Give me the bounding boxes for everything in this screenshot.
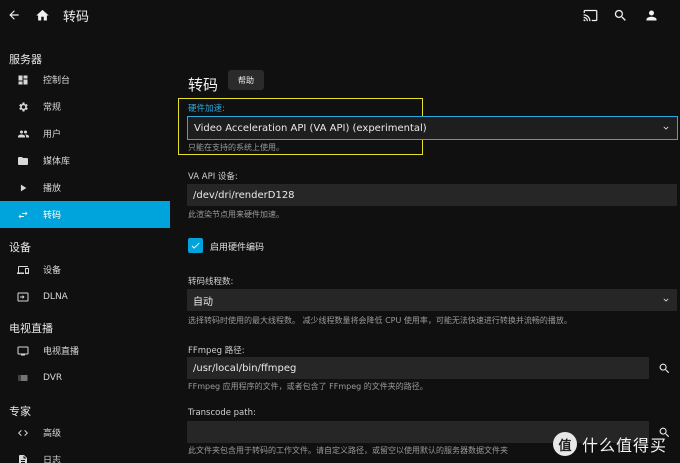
top-app-bar: 转码 [0, 0, 680, 30]
hw-encoding-checkbox[interactable] [188, 238, 203, 253]
sidebar-section-advanced: 专家 [9, 405, 31, 418]
sidebar-item-dvr[interactable]: DVR [0, 364, 170, 391]
vaapi-device-hint: 此渲染节点用来硬件加速。 [188, 210, 284, 219]
sidebar-item-label: 设备 [43, 266, 62, 276]
hw-encoding-label: 启用硬件编码 [210, 243, 265, 253]
tv-icon [16, 344, 30, 358]
checkmark-icon [191, 242, 200, 249]
vaapi-device-value: /dev/dri/renderD128 [193, 189, 295, 201]
watermark-logo: 值 什么值得买 [553, 432, 667, 456]
sidebar-item-label: 用户 [43, 130, 62, 140]
users-icon [16, 127, 30, 141]
sidebar-section-server: 服务器 [9, 53, 42, 66]
ffmpeg-path-input[interactable]: /usr/local/bin/ffmpeg [187, 357, 649, 379]
vaapi-device-input[interactable]: /dev/dri/renderD128 [187, 184, 677, 206]
sidebar-section-livetv: 电视直播 [9, 322, 53, 335]
threads-value: 自动 [193, 296, 213, 308]
threads-label: 转码线程数: [188, 277, 234, 287]
sidebar-item-dashboard[interactable]: 控制台 [0, 66, 170, 93]
sidebar-item-label: 控制台 [43, 76, 71, 86]
transcode-icon [16, 208, 30, 222]
app-bar-title: 转码 [63, 10, 90, 25]
devices-icon [16, 263, 30, 277]
cast-icon[interactable] [580, 5, 600, 25]
sidebar-item-label: 转码 [43, 211, 62, 221]
sidebar-item-livetv[interactable]: 电视直播 [0, 337, 170, 364]
hw-accel-value: Video Acceleration API (VA API) (experim… [194, 122, 427, 134]
gear-icon [16, 100, 30, 114]
page-title: 转码 [188, 76, 219, 94]
transcode-path-label: Transcode path: [188, 408, 256, 418]
ffmpeg-path-hint: FFmpeg 应用程序的文件，或者包含了 FFmpeg 的文件夹的路径。 [188, 382, 428, 391]
sidebar-item-transcoding[interactable]: 转码 [0, 201, 170, 228]
sidebar: 服务器 控制台 常规 用户 媒体库 播放 转码 设备 设备 DLNA 电视直播 … [0, 30, 170, 463]
sidebar-item-label: 播放 [43, 184, 62, 194]
sidebar-item-label: 常规 [43, 103, 62, 113]
sidebar-item-dlna[interactable]: DLNA [0, 283, 170, 310]
hw-accel-label: 硬件加速: [188, 104, 225, 114]
log-icon [16, 453, 30, 463]
hw-accel-hint: 只能在支持的系统上使用。 [188, 143, 284, 152]
sidebar-item-label: 高级 [43, 429, 62, 439]
threads-hint: 选择转码时使用的最大线程数。 减少线程数量将会降低 CPU 使用率，可能无法快速… [188, 316, 572, 325]
watermark-symbol: 值 [553, 432, 577, 456]
sidebar-item-label: 日志 [43, 456, 62, 463]
sidebar-item-label: DLNA [43, 291, 68, 302]
sidebar-item-advanced[interactable]: 高级 [0, 419, 170, 446]
watermark-text: 什么值得买 [582, 436, 668, 455]
vaapi-device-label: VA API 设备: [188, 172, 238, 182]
play-icon [16, 181, 30, 195]
sidebar-item-general[interactable]: 常规 [0, 93, 170, 120]
sidebar-item-label: 电视直播 [43, 347, 80, 357]
search-icon[interactable] [610, 5, 630, 25]
dashboard-icon [16, 73, 30, 87]
help-button[interactable]: 帮助 [228, 70, 264, 90]
dlna-icon [16, 290, 30, 304]
threads-select[interactable]: 自动 [187, 289, 677, 311]
sidebar-item-logs[interactable]: 日志 [0, 446, 170, 463]
sidebar-section-devices: 设备 [9, 241, 31, 254]
sidebar-item-label: 媒体库 [43, 157, 71, 167]
chevron-down-icon [660, 122, 672, 134]
code-icon [16, 426, 30, 440]
sidebar-item-libraries[interactable]: 媒体库 [0, 147, 170, 174]
home-icon[interactable] [32, 5, 52, 25]
sidebar-item-label: DVR [43, 372, 63, 383]
hw-accel-select[interactable]: Video Acceleration API (VA API) (experim… [187, 116, 678, 140]
chevron-down-icon [660, 294, 672, 306]
ffmpeg-path-value: /usr/local/bin/ffmpeg [193, 362, 297, 374]
list-icon [16, 371, 30, 385]
back-arrow-icon[interactable] [4, 5, 24, 25]
ffmpeg-path-label: FFmpeg 路径: [188, 346, 245, 356]
ffmpeg-browse-search-icon[interactable] [655, 359, 673, 377]
sidebar-item-playback[interactable]: 播放 [0, 174, 170, 201]
folder-icon [16, 154, 30, 168]
sidebar-item-devices[interactable]: 设备 [0, 256, 170, 283]
sidebar-item-users[interactable]: 用户 [0, 120, 170, 147]
main-content: 转码 帮助 硬件加速: Video Acceleration API (VA A… [170, 30, 680, 463]
account-icon[interactable] [641, 5, 661, 25]
transcode-path-hint: 此文件夹包含用于转码的工作文件。请自定义路径，或留空以使用默认的服务器数据文件夹 [188, 446, 508, 455]
